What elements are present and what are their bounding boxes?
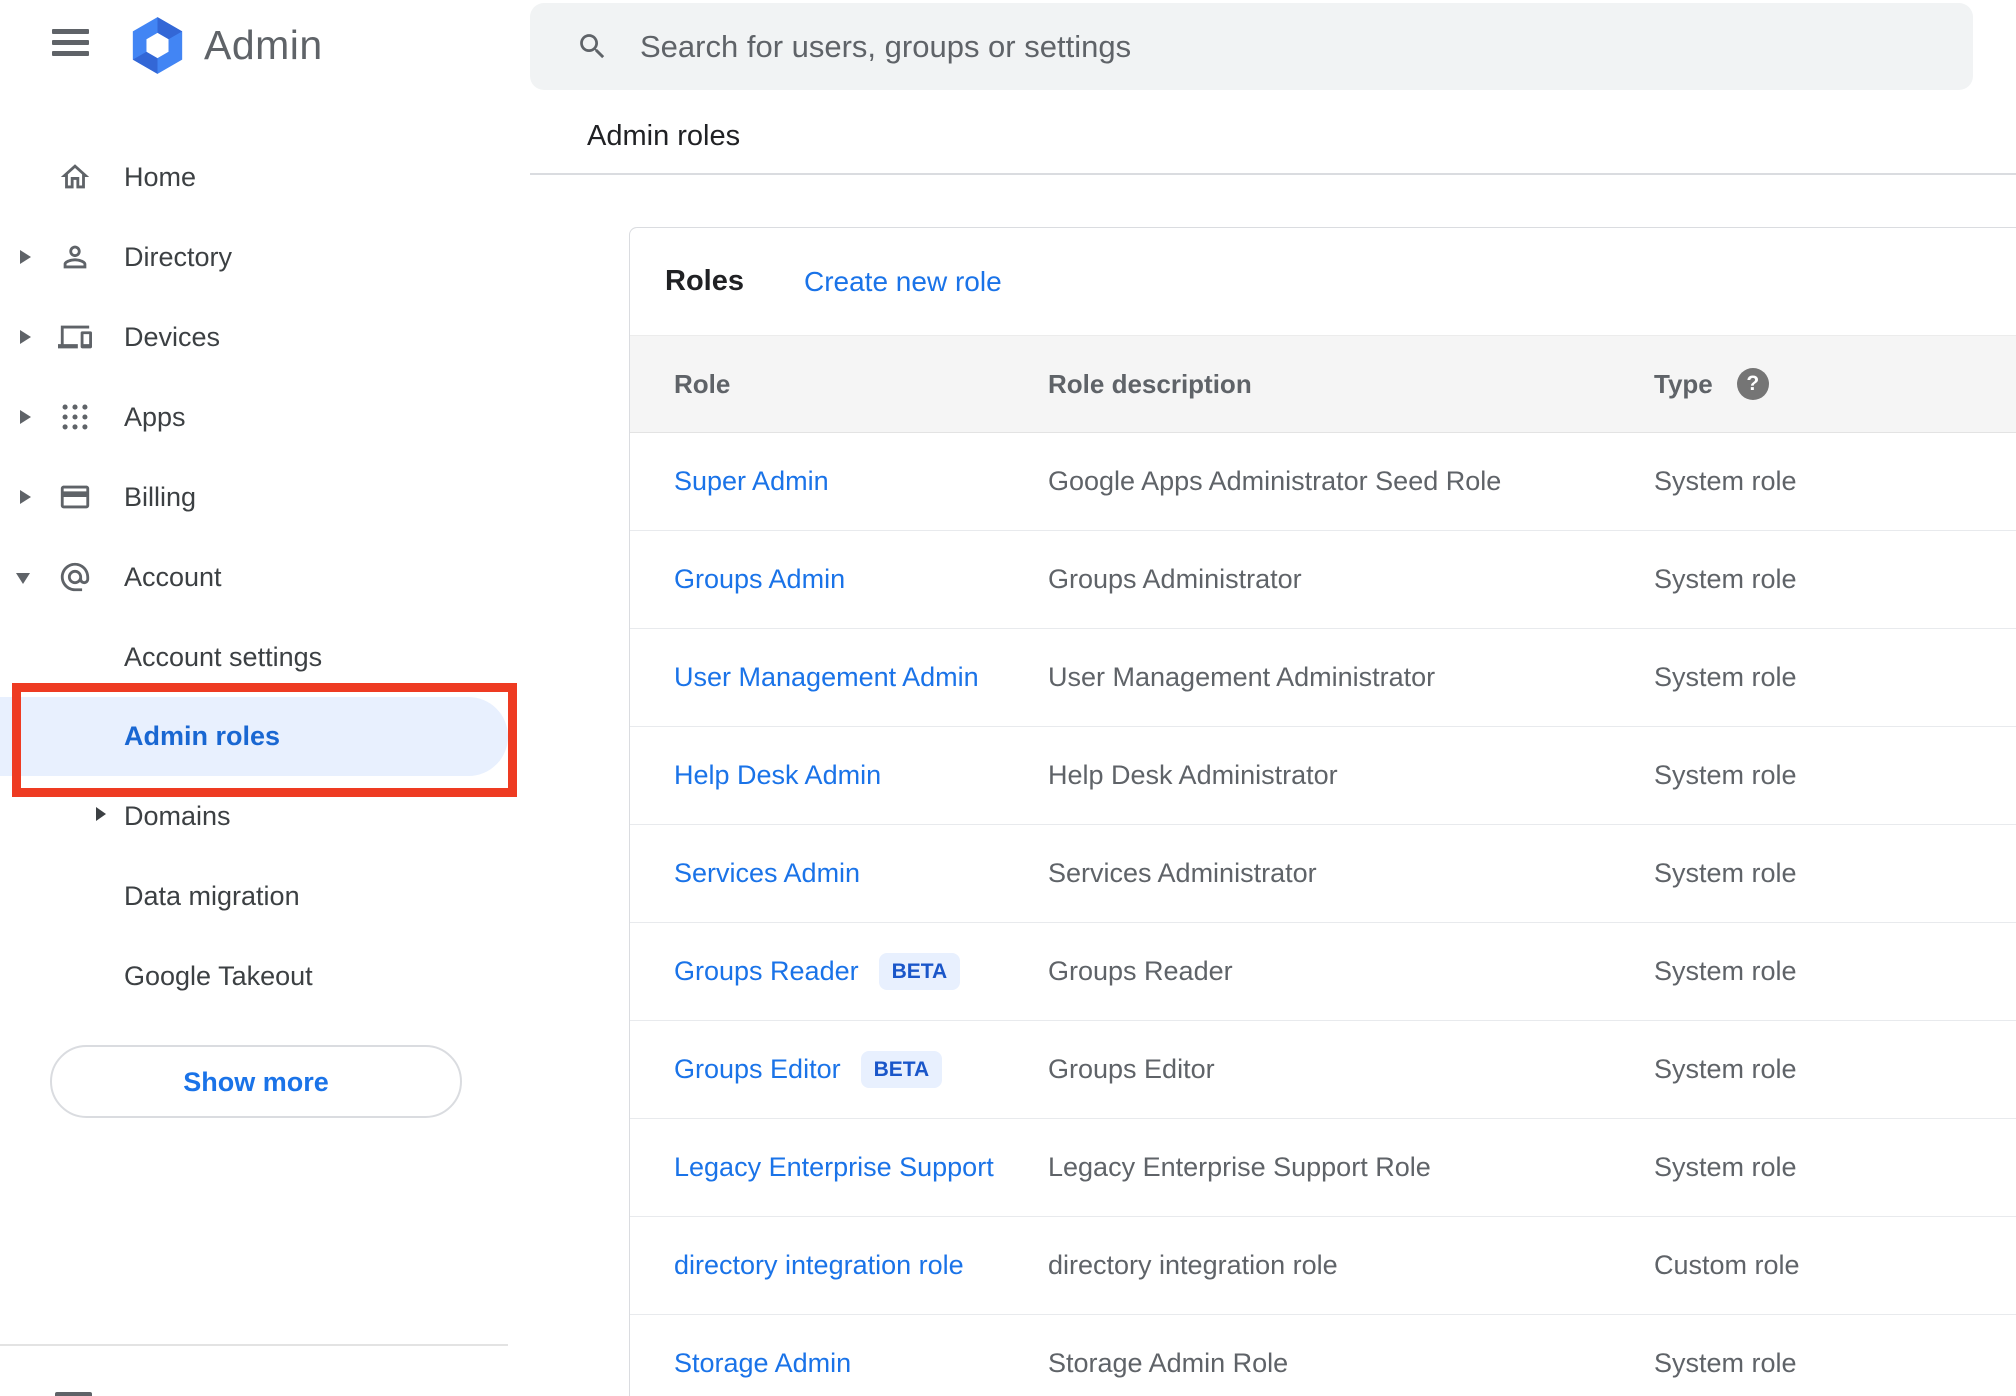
role-description: directory integration role <box>1048 1250 1338 1280</box>
person-icon <box>58 240 92 274</box>
role-link[interactable]: Groups Reader <box>674 956 859 987</box>
sidebar-bottom-divider <box>0 1344 508 1346</box>
chevron-down-icon[interactable] <box>16 573 30 584</box>
app-title: Admin <box>204 22 323 68</box>
breadcrumb: Admin roles <box>587 120 741 152</box>
help-icon[interactable]: ? <box>1736 368 1769 400</box>
chevron-right-icon[interactable] <box>20 330 31 344</box>
role-description: User Management Administrator <box>1048 662 1436 692</box>
roles-card: Roles Create new role Role Role descript… <box>629 227 2016 1396</box>
role-type: System role <box>1654 760 1797 790</box>
role-link[interactable]: directory integration role <box>674 1250 964 1281</box>
header-divider <box>530 173 2016 175</box>
sidebar-item-home[interactable]: Home <box>0 137 508 217</box>
role-link[interactable]: Storage Admin <box>674 1348 851 1379</box>
role-type: System role <box>1654 1054 1797 1084</box>
table-row: Groups Editor BETA Groups Editor System … <box>630 1021 2016 1119</box>
roles-card-header: Roles Create new role <box>630 228 2016 335</box>
table-row: Legacy Enterprise Support Legacy Enterpr… <box>630 1119 2016 1217</box>
sidebar-item-google-takeout[interactable]: Google Takeout <box>0 936 508 1016</box>
role-link[interactable]: User Management Admin <box>674 662 979 693</box>
role-type: System role <box>1654 956 1797 986</box>
sidebar-item-account[interactable]: Account <box>0 537 508 617</box>
devices-icon <box>58 320 92 354</box>
search-input[interactable] <box>640 3 1940 90</box>
role-type: System role <box>1654 466 1797 496</box>
card-icon <box>58 480 92 514</box>
admin-hexagon-logo-icon <box>126 14 189 77</box>
sidebar-item-admin-roles[interactable]: Admin roles <box>0 697 508 776</box>
feedback-icon[interactable] <box>55 1392 92 1396</box>
table-body: Super Admin Google Apps Administrator Se… <box>630 433 2016 1396</box>
search-bar[interactable] <box>530 3 1973 90</box>
role-link[interactable]: Super Admin <box>674 466 829 497</box>
sidebar-item-domains[interactable]: Domains <box>0 776 508 856</box>
sidebar-item-apps[interactable]: Apps <box>0 377 508 457</box>
role-type: System role <box>1654 1152 1797 1182</box>
chevron-right-icon[interactable] <box>96 807 106 821</box>
role-description: Groups Administrator <box>1048 564 1302 594</box>
sidebar: Admin Home Directory Devices Apps Billin… <box>0 0 530 1396</box>
role-description: Legacy Enterprise Support Role <box>1048 1152 1431 1182</box>
chevron-right-icon[interactable] <box>20 490 31 504</box>
table-row: Groups Admin Groups Administrator System… <box>630 531 2016 629</box>
role-link[interactable]: Services Admin <box>674 858 860 889</box>
sidebar-item-devices[interactable]: Devices <box>0 297 508 377</box>
role-type: Custom role <box>1654 1250 1800 1280</box>
table-row: Services Admin Services Administrator Sy… <box>630 825 2016 923</box>
table-row: User Management Admin User Management Ad… <box>630 629 2016 727</box>
role-description: Help Desk Administrator <box>1048 760 1338 790</box>
sidebar-nav: Home Directory Devices Apps Billing Acco… <box>0 137 508 1016</box>
table-row: Super Admin Google Apps Administrator Se… <box>630 433 2016 531</box>
role-description: Google Apps Administrator Seed Role <box>1048 466 1502 496</box>
role-type: System role <box>1654 662 1797 692</box>
table-row: Help Desk Admin Help Desk Administrator … <box>630 727 2016 825</box>
hamburger-menu-icon[interactable] <box>52 29 89 56</box>
table-row: Groups Reader BETA Groups Reader System … <box>630 923 2016 1021</box>
role-description: Groups Editor <box>1048 1054 1215 1084</box>
table-row: directory integration role directory int… <box>630 1217 2016 1315</box>
beta-badge: BETA <box>860 1051 943 1088</box>
chevron-right-icon[interactable] <box>20 250 31 264</box>
role-description: Services Administrator <box>1048 858 1317 888</box>
role-link[interactable]: Groups Admin <box>674 564 845 595</box>
google-admin-console: { "app": { "title": "Admin" }, "search":… <box>0 0 2016 1396</box>
sidebar-item-account-settings[interactable]: Account settings <box>0 617 508 697</box>
column-header-role: Role <box>674 368 731 399</box>
chevron-right-icon[interactable] <box>20 410 31 424</box>
show-more-button[interactable]: Show more <box>50 1045 462 1118</box>
role-link[interactable]: Legacy Enterprise Support <box>674 1152 994 1183</box>
role-type: System role <box>1654 1348 1797 1378</box>
card-title: Roles <box>665 265 744 297</box>
role-link[interactable]: Groups Editor <box>674 1054 841 1085</box>
role-type: System role <box>1654 564 1797 594</box>
sidebar-item-data-migration[interactable]: Data migration <box>0 856 508 936</box>
role-type: System role <box>1654 858 1797 888</box>
apps-icon <box>58 400 92 434</box>
table-row: Storage Admin Storage Admin Role System … <box>630 1315 2016 1396</box>
table-header-row: Role Role description Type ? <box>630 335 2016 433</box>
column-header-role-description: Role description <box>1048 368 1252 399</box>
create-new-role-link[interactable]: Create new role <box>804 266 1002 298</box>
search-icon <box>576 30 609 63</box>
beta-badge: BETA <box>878 953 961 990</box>
role-link[interactable]: Help Desk Admin <box>674 760 881 791</box>
home-icon <box>58 160 92 194</box>
role-description: Storage Admin Role <box>1048 1348 1289 1378</box>
sidebar-item-directory[interactable]: Directory <box>0 217 508 297</box>
column-header-type: Type <box>1654 368 1713 399</box>
at-icon <box>58 560 92 594</box>
sidebar-item-billing[interactable]: Billing <box>0 457 508 537</box>
role-description: Groups Reader <box>1048 956 1233 986</box>
